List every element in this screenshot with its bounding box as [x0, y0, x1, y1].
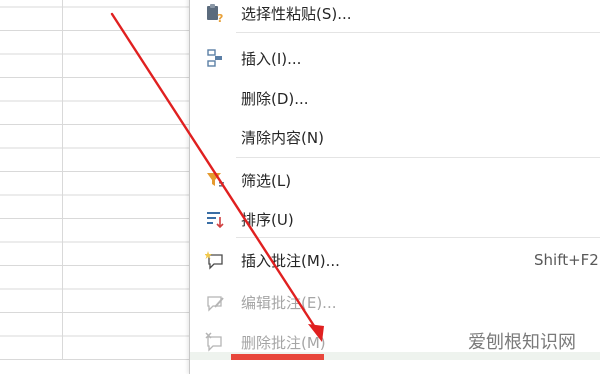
shortcut-label: Shift+F2	[534, 251, 599, 269]
insert-comment-icon	[204, 249, 226, 271]
menu-item-insert[interactable]: 插入(I)...	[190, 39, 600, 77]
edit-comment-icon	[204, 291, 226, 313]
menu-item-insert-comment[interactable]: 插入批注(M)... Shift+F2	[190, 241, 600, 279]
menu-item-label: 编辑批注(E)...	[241, 293, 337, 312]
accent-bar	[231, 354, 324, 360]
menu-separator	[236, 32, 600, 33]
menu-item-label: 排序(U)	[241, 210, 294, 229]
menu-item-label: 筛选(L)	[241, 171, 292, 190]
menu-item-delete[interactable]: 删除(D)...	[190, 79, 600, 117]
menu-item-label: 删除批注(M)	[241, 333, 326, 352]
filter-icon	[204, 169, 226, 191]
menu-item-filter[interactable]: 筛选(L)	[190, 161, 600, 199]
delete-comment-icon	[204, 331, 226, 353]
menu-separator	[236, 237, 600, 238]
menu-item-label: 选择性粘贴(S)...	[241, 4, 352, 23]
menu-item-edit-comment: 编辑批注(E)...	[190, 283, 600, 321]
menu-item-label: 删除(D)...	[241, 89, 309, 108]
grid-column-divider	[62, 0, 63, 360]
menu-item-clear-contents[interactable]: 清除内容(N)	[190, 118, 600, 156]
svg-text:?: ?	[217, 12, 223, 23]
paste-special-icon: ?	[204, 2, 226, 24]
sort-icon	[204, 208, 226, 230]
menu-item-paste-special[interactable]: ? 选择性粘贴(S)...	[190, 0, 600, 32]
menu-separator	[236, 157, 600, 158]
spreadsheet-grid[interactable]	[0, 0, 190, 360]
menu-item-sort[interactable]: 排序(U)	[190, 200, 600, 238]
watermark-text: 爱刨根知识网	[468, 332, 576, 353]
insert-icon	[204, 47, 226, 69]
context-menu: ? 选择性粘贴(S)... 插入(I)... 删除(D)... 清除内容(N)	[189, 0, 600, 374]
menu-item-label: 插入批注(M)...	[241, 251, 340, 270]
menu-item-label: 插入(I)...	[241, 49, 302, 68]
menu-item-label: 清除内容(N)	[241, 128, 324, 147]
